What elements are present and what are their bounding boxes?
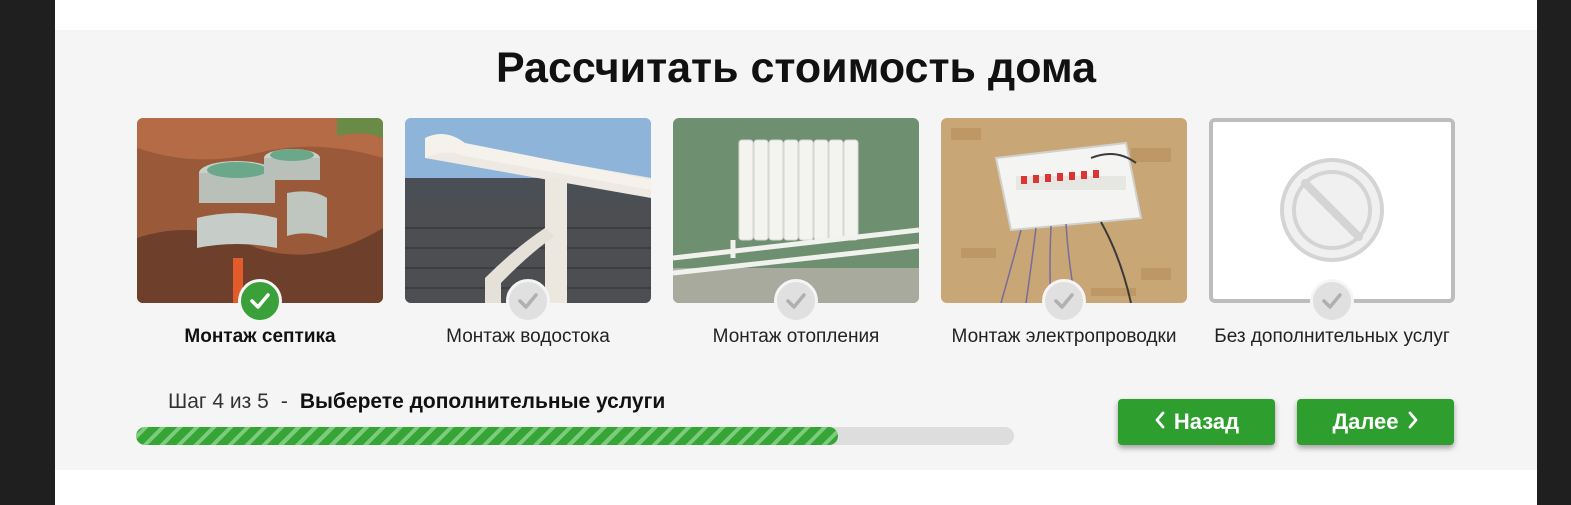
- step-counter: Шаг 4 из 5: [168, 390, 269, 413]
- progress-bar: [136, 427, 1014, 445]
- prohibited-icon: [1209, 118, 1455, 303]
- page-title: Рассчитать стоимость дома: [495, 44, 1097, 92]
- chevron-right-icon: [1407, 409, 1419, 435]
- gutter-photo: [405, 118, 651, 303]
- back-button[interactable]: Назад: [1118, 399, 1275, 445]
- page: Рассчитать стоимость дома Монтаж септика…: [55, 0, 1537, 505]
- checkmark-icon: [1042, 279, 1086, 323]
- step-separator: -: [280, 390, 288, 413]
- option-label: Монтаж водостока: [446, 326, 610, 347]
- step-instruction: Выберете дополнительные услуги: [299, 390, 666, 413]
- checkmark-icon: [774, 279, 818, 323]
- option-label: Монтаж электропроводки: [951, 326, 1177, 347]
- option-card-electrical[interactable]: Монтаж электропроводки: [941, 118, 1187, 348]
- next-button-label: Далее: [1332, 409, 1399, 434]
- electrical-panel-photo: [941, 118, 1187, 303]
- chevron-left-icon: [1154, 409, 1166, 435]
- option-card-heating[interactable]: Монтаж отопления: [673, 118, 919, 348]
- option-card-none[interactable]: Без дополнительных услуг: [1209, 118, 1455, 348]
- option-label: Монтаж септика: [184, 326, 336, 347]
- progress-fill: [136, 427, 839, 445]
- checkmark-icon: [506, 279, 550, 323]
- next-button[interactable]: Далее: [1297, 399, 1454, 445]
- step-indicator: Шаг 4 из 5- Выберете дополнительные услуг…: [168, 390, 665, 414]
- checkmark-icon: [1310, 279, 1354, 323]
- radiator-photo: [673, 118, 919, 303]
- checkmark-icon: [238, 279, 282, 323]
- option-card-gutter[interactable]: Монтаж водостока: [405, 118, 651, 348]
- option-label: Без дополнительных услуг: [1214, 326, 1450, 347]
- option-card-septic[interactable]: Монтаж септика: [137, 118, 383, 348]
- back-button-label: Назад: [1173, 409, 1240, 434]
- option-label: Монтаж отопления: [712, 326, 880, 347]
- septic-tank-photo: [137, 118, 383, 303]
